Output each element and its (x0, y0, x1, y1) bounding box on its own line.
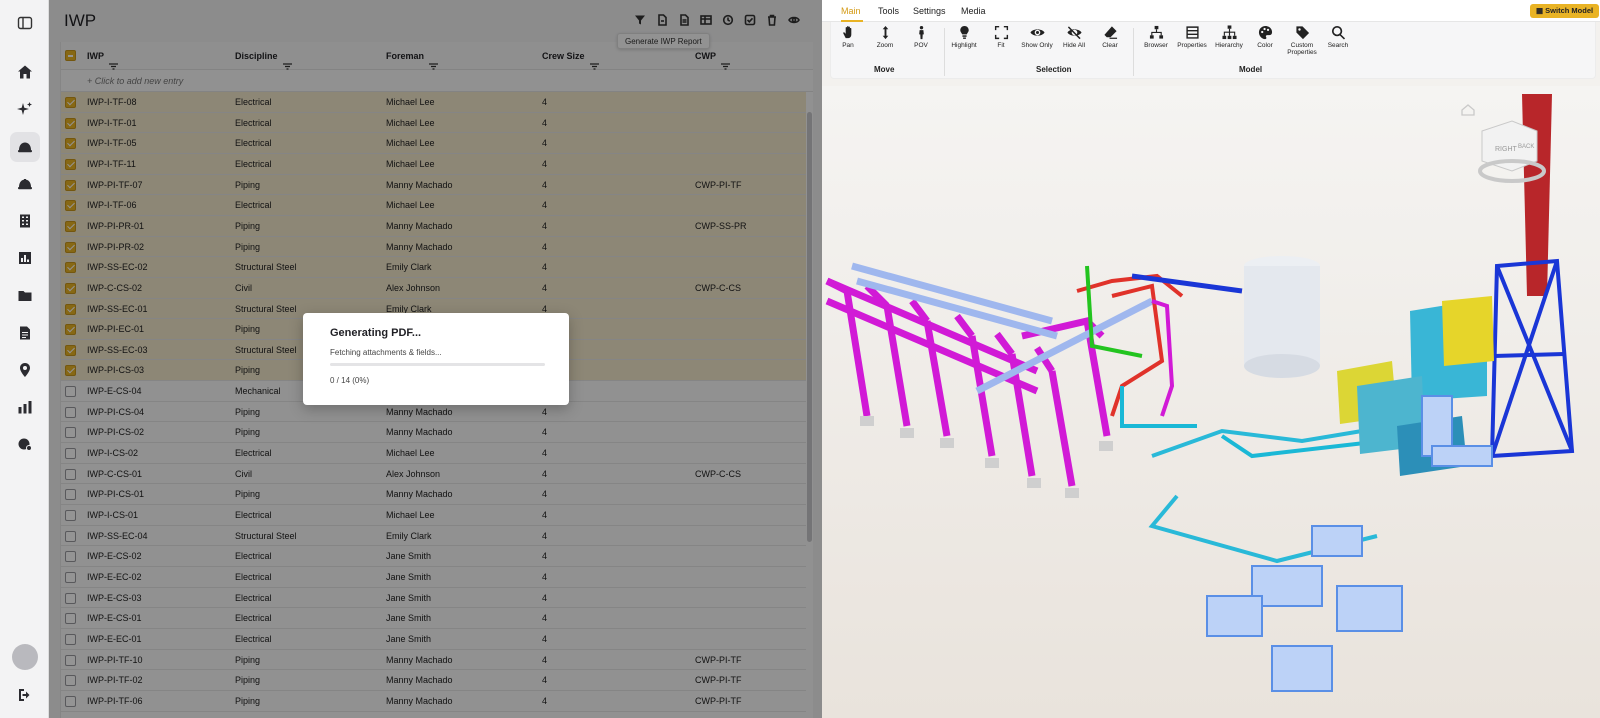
search-button[interactable]: Search (1323, 25, 1353, 49)
tab-tools[interactable]: Tools (878, 6, 899, 16)
group-label-selection: Selection (1036, 65, 1072, 74)
palette-icon (1258, 25, 1272, 40)
sidebar-toggle-icon[interactable] (10, 8, 40, 38)
progress-count: 0 / 14 (0%) (330, 376, 370, 385)
generating-pdf-dialog: Generating PDF... Fetching attachments &… (303, 313, 569, 405)
lightbulb-icon (959, 25, 969, 39)
left-rail (0, 0, 49, 718)
storage-tank (1244, 256, 1320, 378)
switch-model-button[interactable]: ▦ Switch Model (1530, 4, 1600, 18)
hardhat-icon[interactable] (10, 132, 40, 162)
pov-button[interactable]: POV (906, 25, 936, 49)
tree-icon (1149, 25, 1163, 39)
group-divider (1133, 28, 1134, 76)
folder-icon[interactable] (10, 281, 40, 311)
group-label-move: Move (874, 65, 895, 74)
hardhat-outline-icon[interactable] (10, 169, 40, 199)
app-root: { "left_panel": { "title": "IWP", "toolt… (0, 0, 1600, 718)
browser-button[interactable]: Browser (1141, 25, 1171, 49)
3d-model-viewport[interactable]: RIGHT BACK (822, 86, 1600, 718)
custom-properties-button[interactable]: Custom Properties (1287, 25, 1317, 56)
zoom-icon (882, 25, 888, 40)
group-divider (944, 28, 945, 76)
zoom-button[interactable]: Zoom (870, 25, 900, 49)
switch-icon: ▦ (1536, 6, 1546, 15)
logout-icon[interactable] (10, 680, 40, 710)
viewcube-back-face: BACK (1518, 144, 1534, 150)
document-icon[interactable] (10, 318, 40, 348)
dialog-title: Generating PDF... (330, 327, 422, 339)
switch-model-label: Switch Model (1545, 6, 1594, 15)
plant-model-rendering: RIGHT BACK (822, 86, 1600, 718)
hierarchy-button[interactable]: Hierarchy (1214, 25, 1244, 49)
tab-main[interactable]: Main (841, 6, 861, 16)
progress-bar (330, 363, 545, 366)
person-icon (918, 25, 924, 40)
tab-settings[interactable]: Settings (913, 6, 946, 16)
model-viewer-panel: Main Tools Settings Media ▦ Switch Model… (822, 0, 1600, 718)
viewcube-right-face: RIGHT (1495, 146, 1518, 153)
color-button[interactable]: Color (1250, 25, 1280, 49)
pan-button[interactable]: Pan (833, 25, 863, 49)
tab-media[interactable]: Media (961, 6, 986, 16)
analytics-icon[interactable] (10, 392, 40, 422)
list-icon (1185, 26, 1199, 39)
building-icon[interactable] (10, 206, 40, 236)
show-only-button[interactable]: Show Only (1021, 25, 1053, 49)
location-icon[interactable] (10, 355, 40, 385)
avatar[interactable] (12, 644, 38, 670)
hide-all-button[interactable]: Hide All (1059, 25, 1089, 49)
fit-icon (994, 25, 1008, 40)
viewer-ribbon: Pan Zoom POV Move Highlight Fit Show Onl… (830, 22, 1596, 79)
tag-icon (1295, 26, 1309, 40)
hand-icon (842, 26, 851, 39)
sparkle-icon[interactable] (10, 94, 40, 124)
fit-button[interactable]: Fit (986, 25, 1016, 49)
eye-icon (1029, 29, 1045, 36)
group-label-model: Model (1239, 65, 1263, 74)
search-icon (1331, 25, 1345, 40)
hierarchy-icon (1221, 25, 1237, 40)
clear-button[interactable]: Clear (1095, 25, 1125, 49)
properties-button[interactable]: Properties (1177, 25, 1207, 49)
exhaust-stack (1522, 94, 1552, 296)
dialog-status: Fetching attachments & fields... (330, 348, 442, 357)
eraser-icon (1103, 26, 1117, 39)
eye-off-icon (1066, 26, 1082, 40)
chart-icon[interactable] (10, 243, 40, 273)
highlight-button[interactable]: Highlight (949, 25, 979, 49)
viewer-tabbar: Main Tools Settings Media ▦ Switch Model (822, 0, 1600, 22)
shield-icon[interactable] (10, 429, 40, 459)
home-icon[interactable] (10, 57, 40, 87)
